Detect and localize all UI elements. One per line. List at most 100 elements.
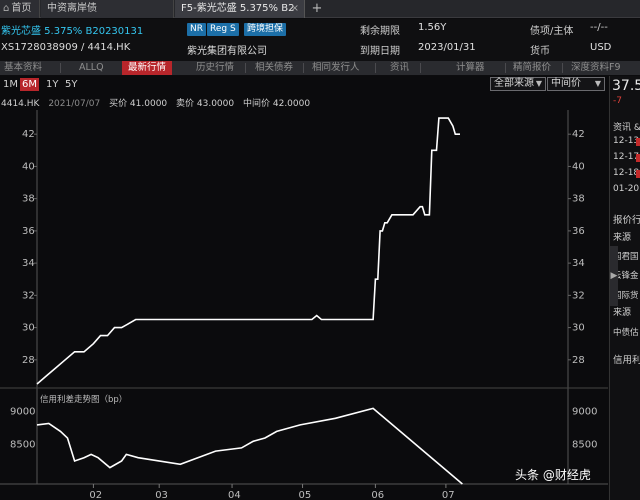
spread-y-tick-left: 9000 (10, 407, 35, 418)
news-marker (636, 138, 640, 146)
menu-related-bonds[interactable]: 相关债券 (255, 61, 293, 75)
menu-divider (505, 63, 506, 73)
news-header: 资讯 & (613, 123, 640, 133)
spread-series-line (36, 407, 463, 485)
maturity-date-value: 2023/01/31 (418, 42, 476, 53)
menu-divider (562, 63, 563, 73)
close-icon[interactable]: × (291, 0, 299, 18)
x-tick-label: 07 (442, 490, 455, 500)
tab-strip: ⌂ 首页 中资离岸债 F5-紫光芯盛 5.375% B2 × + (0, 0, 640, 18)
valuation-provider-item[interactable]: 中债估 (613, 326, 639, 338)
menu-news[interactable]: 资讯 (390, 61, 409, 75)
home-icon: ⌂ (3, 3, 10, 14)
guarantee-badge: 跨境担保 (244, 23, 287, 36)
y-tick-label-left: 40 (22, 161, 35, 172)
quote-date: 2021/07/07 (48, 99, 101, 109)
y-tick-label-right: 42 (572, 129, 585, 140)
bond-title: 紫光芯盛 5.375% B20230131 (1, 26, 144, 37)
quote-ask: 卖价 43.0000 (176, 99, 235, 109)
range-1m-button[interactable]: 1M (1, 78, 20, 91)
quote-line: 4414.HK 2021/07/07 买价 41.0000 卖价 43.0000… (1, 96, 316, 109)
add-tab-button[interactable]: + (306, 0, 328, 18)
y-tick-label-left: 32 (22, 290, 35, 301)
menu-divider (60, 63, 61, 73)
tab-offshore-bonds-label: 中资离岸债 (47, 3, 97, 14)
source-select[interactable]: 全部来源 ▼ (490, 77, 546, 91)
tab-bond-detail-label: F5-紫光芯盛 5.375% B2 (181, 3, 295, 14)
function-menu-bar: 基本资料 ALLQ 最新行情 历史行情 相关债券 相同发行人 资讯 计算器 精简… (0, 61, 640, 75)
rating-badge: NR (187, 23, 206, 36)
currency-label: 货币 (530, 46, 550, 57)
chevron-down-icon: ▼ (594, 79, 601, 88)
x-tick-label: 04 (228, 490, 241, 500)
y-tick-label-right: 40 (572, 161, 585, 172)
remaining-term-label: 剩余期限 (360, 26, 400, 37)
quote-mid: 中间价 42.0000 (243, 99, 311, 109)
right-side-panel: 37.5 -7 资讯 & 12-13 12-17 12-18 01-20 报价行… (609, 76, 640, 500)
menu-compact-quotes[interactable]: 精简报价 (513, 61, 551, 75)
y-tick-label-right: 36 (572, 226, 585, 237)
bond-codes: XS1728038909 / 4414.HK (1, 42, 131, 53)
y-tick-label-left: 42 (22, 129, 35, 140)
menu-latest-quotes[interactable]: 最新行情 (122, 61, 173, 75)
news-marker (636, 170, 640, 178)
y-tick-label-right: 30 (572, 323, 585, 334)
source-column-label: 来源 (613, 308, 632, 318)
price-type-select-value: 中间价 (551, 78, 581, 89)
x-tick-label: 03 (155, 490, 168, 500)
range-5y-button[interactable]: 5Y (63, 78, 79, 91)
range-1y-button[interactable]: 1Y (44, 78, 60, 91)
quote-providers-header: 报价行 (613, 215, 640, 226)
menu-divider (375, 63, 376, 73)
currency-value: USD (590, 42, 612, 53)
y-tick-label-left: 38 (22, 194, 35, 205)
price-change: -7 (613, 96, 622, 106)
menu-divider (303, 63, 304, 73)
remaining-term-value: 1.56Y (418, 22, 447, 33)
menu-basic-info[interactable]: 基本资料 (4, 61, 42, 75)
tab-home-label: 首页 (11, 3, 32, 14)
y-tick-label-right: 32 (572, 290, 585, 301)
y-tick-label-left: 28 (22, 355, 35, 366)
tab-home[interactable]: ⌂ 首页 (0, 0, 40, 18)
source-select-value: 全部来源 (494, 78, 534, 89)
menu-divider (420, 63, 421, 73)
menu-calculator[interactable]: 计算器 (456, 61, 485, 75)
menu-allq[interactable]: ALLQ (79, 61, 104, 75)
bond-info-panel: 紫光芯盛 5.375% B20230131 XS1728038909 / 441… (0, 19, 640, 61)
reg-s-badge: Reg S (207, 23, 239, 36)
x-tick-label: 05 (299, 490, 312, 500)
range-6m-button[interactable]: 6M (20, 78, 39, 91)
menu-history-quotes[interactable]: 历史行情 (196, 61, 234, 75)
news-item-date[interactable]: 01-20 (613, 184, 639, 194)
credit-spread-header: 信用利 (613, 355, 640, 366)
tab-offshore-bonds[interactable]: 中资离岸债 (41, 0, 174, 18)
tab-bond-detail[interactable]: F5-紫光芯盛 5.375% B2 × (175, 0, 305, 18)
issuer-name[interactable]: 紫光集团有限公司 (187, 42, 267, 57)
panel-collapse-handle[interactable]: ▶ (610, 246, 618, 306)
quote-code: 4414.HK (1, 99, 40, 109)
spread-y-tick-right: 8500 (572, 440, 597, 451)
y-tick-label-left: 36 (22, 226, 35, 237)
y-tick-label-right: 38 (572, 194, 585, 205)
chart-canvas: 28 28 30 30 32 32 34 34 36 36 38 38 40 40 42 42 信用利差走势图（… (0, 110, 608, 500)
menu-same-issuer[interactable]: 相同发行人 (312, 61, 360, 75)
x-tick-label: 02 (89, 490, 102, 500)
y-tick-label-left: 34 (22, 258, 35, 269)
spread-y-tick-right: 9000 (572, 407, 597, 418)
source-column-label: 来源 (613, 233, 632, 243)
rating-label: 债项/主体 (530, 26, 574, 37)
spread-y-tick-left: 8500 (10, 440, 35, 451)
rating-value: --/-- (590, 22, 608, 33)
y-tick-label-right: 34 (572, 258, 585, 269)
watermark-text: 头条 @财经虎 (515, 468, 591, 482)
menu-divider (245, 63, 246, 73)
chevron-down-icon: ▼ (535, 79, 542, 88)
maturity-date-label: 到期日期 (360, 46, 400, 57)
last-price: 37.5 (612, 78, 640, 94)
price-type-select[interactable]: 中间价 ▼ (547, 77, 605, 91)
spread-chart-title: 信用利差走势图（bp） (40, 394, 127, 405)
x-tick-label: 06 (371, 490, 384, 500)
quote-bid: 买价 41.0000 (109, 99, 168, 109)
menu-deep-info-f9[interactable]: 深度资料F9 (571, 61, 621, 75)
